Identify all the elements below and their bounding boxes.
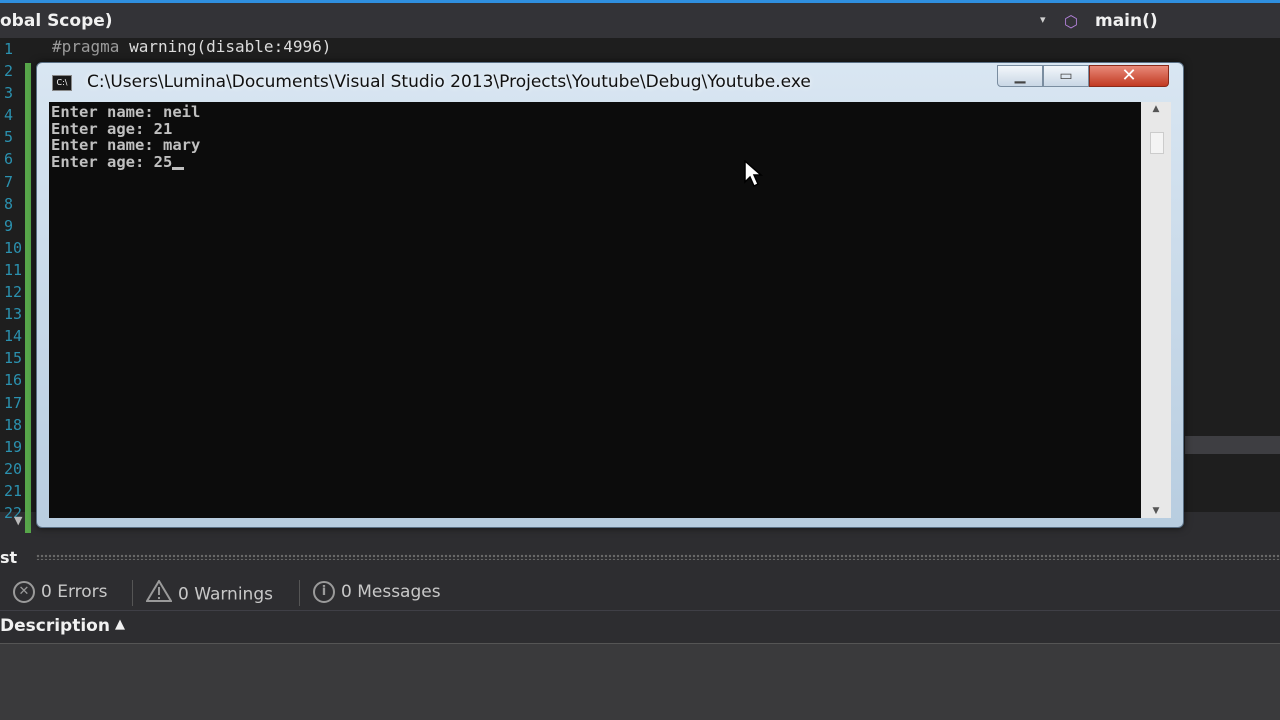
error-table-body [0,644,1280,720]
line-number: 19 [4,437,23,456]
maximize-button[interactable]: ▭ [1043,65,1089,87]
errors-count: 0 Errors [41,582,108,602]
line-number: 12 [4,283,23,302]
error-list-toolbar: ✕ 0 Errors 0 Warnings i 0 Messages [0,574,1280,611]
console-line: Enter age: 21 [51,119,173,138]
minimize-button[interactable]: ▁ [997,65,1043,87]
toolbar-separator [299,580,300,606]
console-window[interactable]: C:\ C:\Users\Lumina\Documents\Visual Stu… [36,62,1184,528]
messages-filter-button[interactable]: i 0 Messages [313,580,441,604]
line-number: 6 [4,150,14,169]
scroll-down-arrow-icon[interactable]: ▼ [14,514,22,527]
line-number: 2 [4,62,14,81]
text-cursor [172,167,185,171]
chevron-down-icon[interactable]: ▾ [1040,13,1046,26]
panel-drag-grip[interactable] [36,554,1280,560]
scrollbar-thumb[interactable] [1150,132,1164,154]
line-number: 17 [4,393,23,412]
preprocessor-directive: #pragma [52,37,120,56]
line-number: 10 [4,238,23,257]
vertical-scrollbar[interactable]: ▲ ▼ [1141,102,1171,518]
method-cube-icon: ⬡ [1064,12,1078,31]
line-number: 21 [4,481,23,500]
change-tracking-bar [25,63,31,533]
messages-count: 0 Messages [341,582,441,602]
editor-scroll-band [1185,436,1280,454]
line-number: 8 [4,194,14,213]
line-number: 7 [4,172,14,191]
line-number: 15 [4,349,23,368]
console-app-icon: C:\ [52,75,72,91]
warning-icon [145,579,173,609]
line-number: 4 [4,106,14,125]
error-list-header: st [0,540,1280,574]
console-line: Enter name: neil [51,103,201,121]
scope-dropdown[interactable]: obal Scope) [0,11,113,31]
line-number: 14 [4,327,23,346]
line-number: 20 [4,459,23,478]
console-output[interactable]: Enter name: neil Enter age: 21 Enter name:… [49,102,1171,518]
line-number: 1 [4,40,14,58]
error-table-header: Description ▲ [0,611,1280,644]
warnings-filter-button[interactable]: 0 Warnings [145,579,273,605]
console-line: Enter age: 25 [51,153,173,172]
scroll-up-icon[interactable]: ▲ [1141,104,1171,114]
error-icon: ✕ [13,581,35,603]
line-number: 9 [4,216,14,235]
code-line[interactable]: #pragma warning(disable:4996) [52,38,331,56]
panel-title: st [0,548,18,567]
line-number: 11 [4,260,23,279]
info-icon: i [313,581,335,603]
line-number: 13 [4,305,23,324]
toolbar-separator [132,580,133,606]
line-number-gutter: 1 2 3 4 5 6 7 8 9 10 11 12 13 14 15 16 17 18 19 20 21 22 [0,38,23,524]
console-line: Enter name: mary [51,136,201,155]
sort-ascending-icon[interactable]: ▲ [115,617,125,632]
code-text: warning(disable:4996) [119,37,332,56]
console-text: Enter name: neil Enter age: 21 Enter name:… [51,104,200,171]
errors-filter-button[interactable]: ✕ 0 Errors [13,580,108,604]
line-number: 18 [4,415,23,434]
member-dropdown[interactable]: main() [1095,11,1158,31]
line-number: 3 [4,84,14,103]
mouse-pointer-icon [744,160,763,188]
window-title: C:\Users\Lumina\Documents\Visual Studio … [87,72,811,92]
line-number: 5 [4,128,14,147]
close-button[interactable]: ✕ [1089,65,1169,87]
warnings-count: 0 Warnings [178,584,273,605]
line-number: 16 [4,371,23,390]
scroll-down-icon[interactable]: ▼ [1141,506,1171,516]
column-header-description[interactable]: Description [0,616,110,636]
scope-navigation-bar: obal Scope) ▾ ⬡ main() [0,0,1280,38]
